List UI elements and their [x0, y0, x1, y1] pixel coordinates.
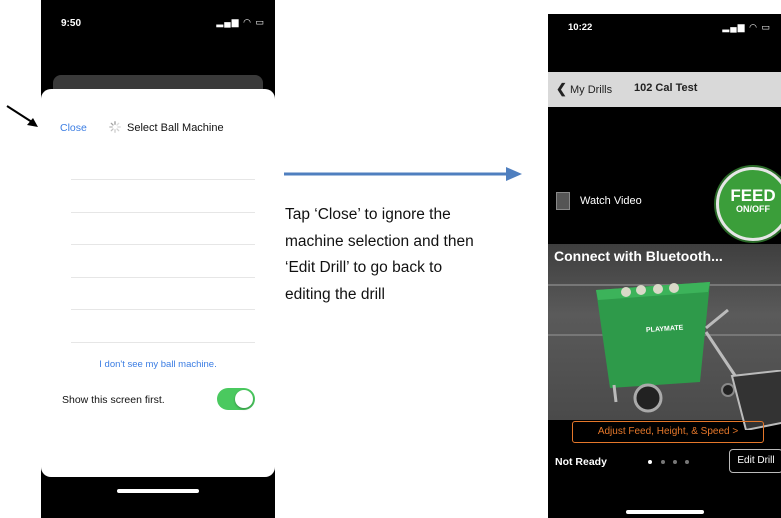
- film-icon: [556, 192, 570, 210]
- instruction-text: Tap ‘Close’ to ignore the machine select…: [285, 202, 540, 308]
- connect-bluetooth-text[interactable]: Connect with Bluetooth...: [554, 248, 723, 264]
- battery-icon: ▭: [761, 22, 771, 32]
- home-indicator: [117, 489, 199, 493]
- battery-icon: ▭: [255, 17, 265, 27]
- ball-machine-image: PLAYMATE: [596, 282, 740, 413]
- dont-see-machine-link[interactable]: I don't see my ball machine.: [41, 359, 275, 370]
- list-divider: [71, 244, 255, 245]
- wifi-icon: ◠: [749, 22, 758, 32]
- sheet-title: Select Ball Machine: [127, 122, 224, 134]
- instruction-line: editing the drill: [285, 285, 385, 303]
- status-time: 10:22: [568, 22, 593, 33]
- status-time: 9:50: [61, 18, 82, 29]
- signal-icon: ▂▄▆: [216, 17, 240, 27]
- list-divider: [71, 179, 255, 180]
- back-label: My Drills: [569, 84, 613, 96]
- status-icons: ▂▄▆ ◠ ▭: [722, 22, 771, 33]
- feed-on-off-button[interactable]: FEED ON/OFF: [716, 167, 781, 241]
- home-indicator: [626, 510, 704, 514]
- adjust-feed-button[interactable]: Adjust Feed, Height, & Speed >: [572, 421, 764, 443]
- close-button[interactable]: Close: [60, 122, 87, 134]
- chevron-left-icon: ❮: [556, 81, 567, 96]
- list-divider: [71, 309, 255, 310]
- page-dot: [673, 460, 677, 464]
- toggle-knob: [235, 390, 253, 408]
- feed-label: FEED: [730, 186, 776, 205]
- list-divider: [71, 277, 255, 278]
- left-phone-screenshot: 9:50 ▂▄▆ ◠ ▭ Close Select Ball Machine I…: [41, 0, 275, 518]
- show-screen-first-toggle[interactable]: [217, 388, 255, 410]
- watch-video-button[interactable]: Watch Video: [556, 192, 642, 210]
- status-icons: ▂▄▆ ◠ ▭: [216, 17, 265, 28]
- ball-machine-sheet: Close Select Ball Machine I don't see my…: [41, 89, 275, 477]
- right-arrow-icon: [284, 167, 522, 181]
- watch-video-label: Watch Video: [580, 195, 642, 207]
- page-dot-active: [648, 460, 652, 464]
- right-phone-screenshot: 10:22 ▂▄▆ ◠ ▭ ❮ My Drills 102 Cal Test P…: [548, 14, 781, 518]
- instruction-line: machine selection and then: [285, 232, 474, 250]
- wifi-icon: ◠: [243, 17, 252, 27]
- show-screen-first-label: Show this screen first.: [62, 394, 165, 406]
- page-dot: [661, 460, 665, 464]
- instruction-line: ‘Edit Drill’ to go back to: [285, 259, 443, 276]
- feed-sub-label: ON/OFF: [736, 204, 770, 214]
- nav-bar: ❮ My Drills 102 Cal Test: [548, 72, 781, 107]
- signal-icon: ▂▄▆: [722, 22, 746, 32]
- page-dot: [685, 460, 689, 464]
- pointer-arrow-icon: [6, 105, 38, 127]
- edit-drill-button[interactable]: Edit Drill: [729, 449, 781, 473]
- instruction-line: Tap ‘Close’ to ignore the: [285, 206, 451, 223]
- list-divider: [71, 342, 255, 343]
- back-button[interactable]: ❮ My Drills: [556, 81, 612, 97]
- drill-title: 102 Cal Test: [634, 82, 698, 94]
- list-divider: [71, 212, 255, 213]
- loading-spinner-icon: [109, 121, 121, 133]
- status-text: Not Ready: [555, 456, 607, 468]
